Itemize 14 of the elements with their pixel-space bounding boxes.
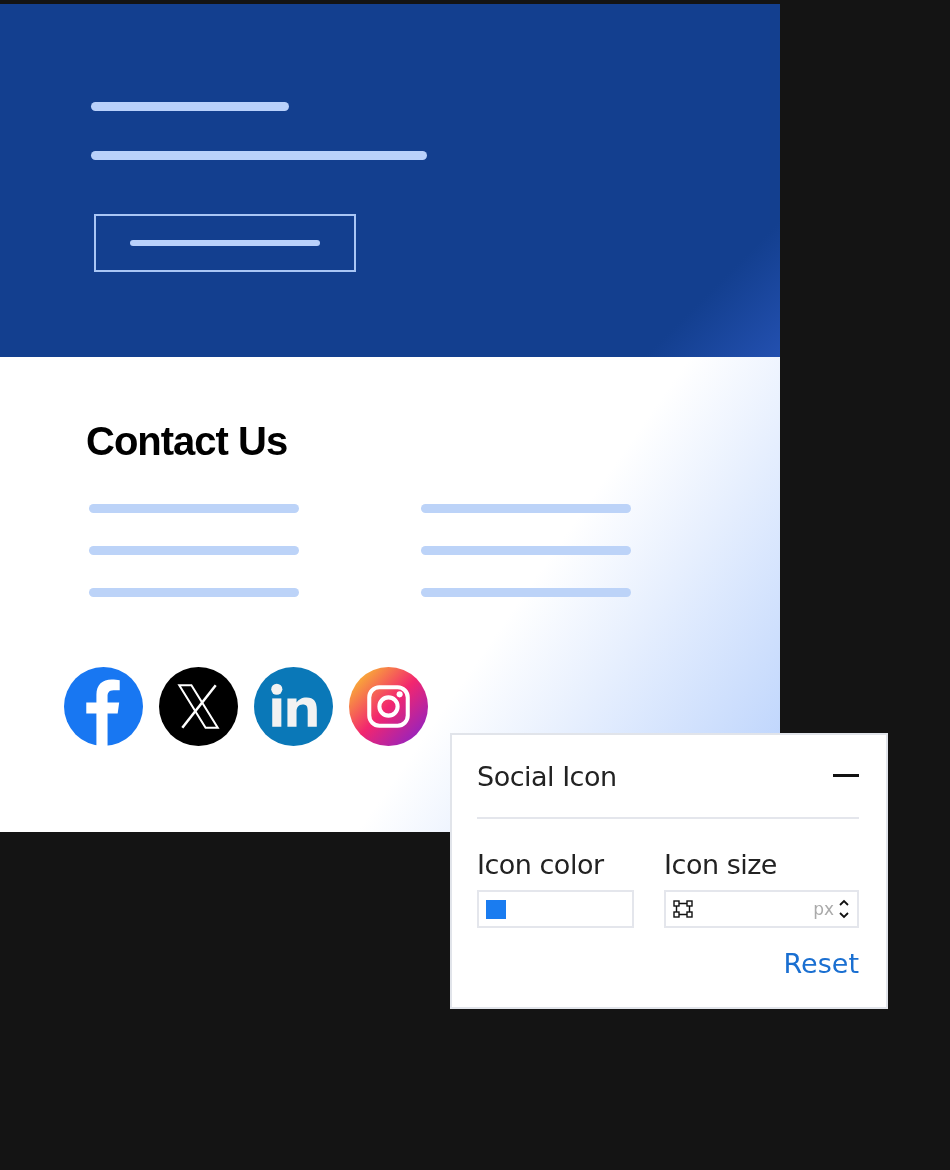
unit-label: px	[813, 899, 834, 919]
instagram-icon[interactable]	[349, 667, 428, 746]
field-label: Icon size	[664, 849, 778, 880]
reset-link[interactable]: Reset	[783, 948, 859, 979]
x-icon[interactable]	[159, 667, 238, 746]
color-field[interactable]	[477, 890, 635, 928]
collapse-icon[interactable]	[833, 774, 859, 778]
contact-heading: Contact Us	[86, 419, 289, 464]
panel-title: Social Icon	[477, 760, 617, 792]
linkedin-icon[interactable]	[254, 667, 333, 746]
field-label: Icon color	[477, 849, 605, 880]
facebook-icon[interactable]	[64, 667, 143, 746]
resize-icon	[673, 900, 694, 918]
stepper-icon[interactable]	[838, 897, 850, 921]
